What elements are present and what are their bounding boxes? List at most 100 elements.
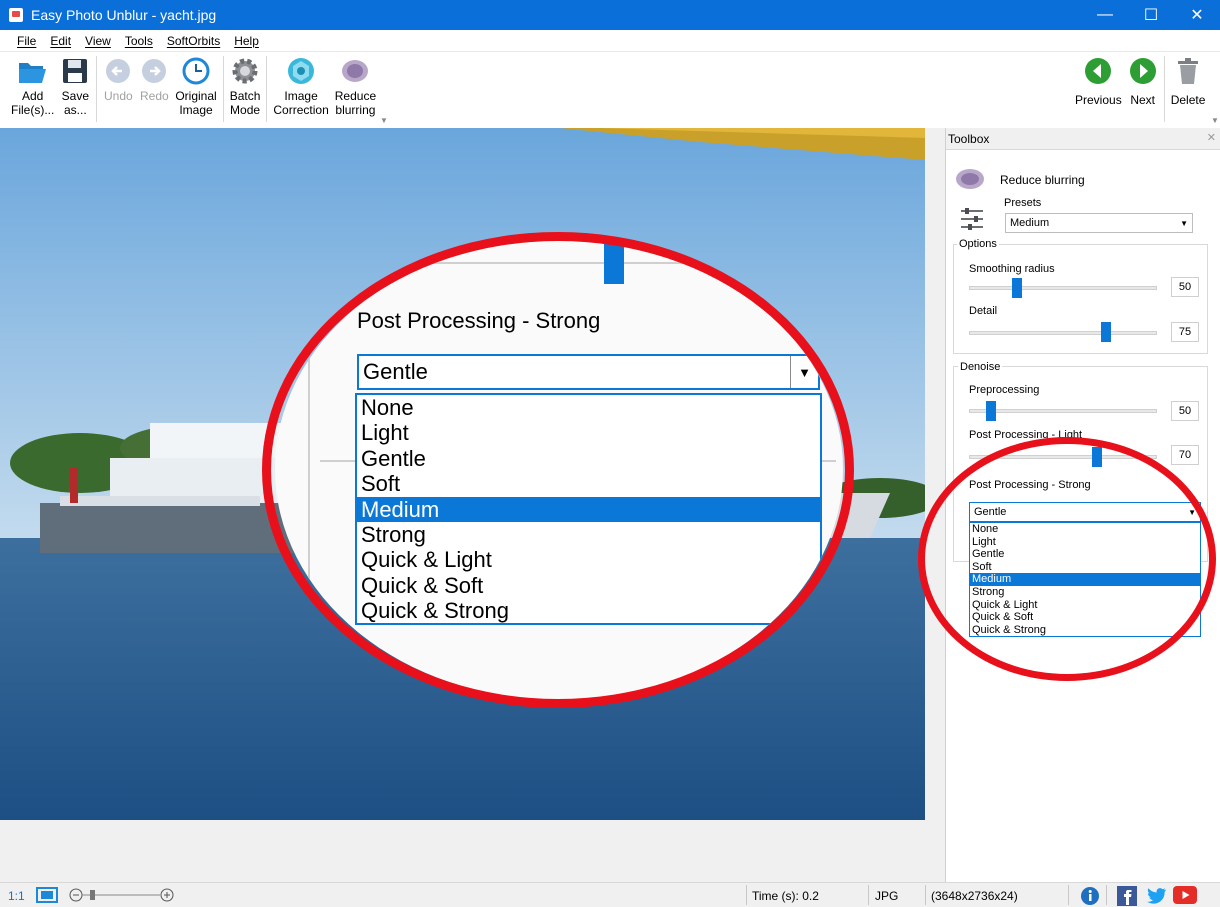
chevron-down-icon: ▼ <box>1188 508 1196 517</box>
post-light-label: Post Processing - Light <box>969 429 1083 441</box>
zoom-label: Post Processing - Strong <box>357 308 601 333</box>
arrow-right-icon <box>1128 56 1158 86</box>
post-light-slider[interactable] <box>1092 447 1102 467</box>
twitter-icon[interactable] <box>1145 886 1167 907</box>
smoothing-label: Smoothing radius <box>969 263 1055 275</box>
image-format: JPG <box>875 889 899 903</box>
zoom-magnifier: Post Processing - Strong Gentle ▼ None L… <box>275 238 843 700</box>
fit-screen-icon[interactable] <box>36 887 58 906</box>
zoom-ratio[interactable]: 1:1 <box>8 889 25 903</box>
info-icon[interactable] <box>1080 886 1100 907</box>
folder-open-icon <box>18 56 48 86</box>
toolbar-grip: ▼ <box>1211 116 1219 125</box>
trash-icon <box>1173 56 1203 86</box>
post-light-track <box>969 455 1157 459</box>
redo-button[interactable]: Redo <box>136 56 172 122</box>
menu-edit[interactable]: Edit <box>43 34 78 48</box>
dropdown-option-none[interactable]: None <box>970 523 1200 536</box>
dropdown-option-soft[interactable]: Soft <box>970 561 1200 574</box>
save-as-button[interactable]: Save as... <box>57 56 93 122</box>
title-bar: Easy Photo Unblur - yacht.jpg — ☐ ✕ <box>0 0 1220 30</box>
preprocessing-label: Preprocessing <box>969 384 1040 396</box>
status-divider <box>1068 885 1069 905</box>
dropdown-option-quick-light[interactable]: Quick & Light <box>970 599 1200 612</box>
processing-time: Time (s): 0.2 <box>752 889 819 903</box>
menu-file[interactable]: File <box>10 34 43 48</box>
delete-button[interactable]: Delete <box>1168 56 1209 122</box>
presets-combobox[interactable]: Medium ▼ <box>1005 213 1193 233</box>
zoom-slider[interactable] <box>68 886 176 907</box>
maximize-button[interactable]: ☐ <box>1128 0 1174 30</box>
image-correction-button[interactable]: Image Correction <box>270 56 331 122</box>
toolbar-grip: ▼ <box>380 116 388 125</box>
zoom-combobox: Gentle ▼ <box>357 354 820 390</box>
menu-softorbits[interactable]: SoftOrbits <box>160 34 227 48</box>
gear-icon <box>230 56 260 86</box>
denoise-legend: Denoise <box>958 361 1003 373</box>
chevron-down-icon: ▼ <box>1180 219 1188 228</box>
toolbar-separator <box>266 56 268 122</box>
preprocessing-value[interactable]: 50 <box>1171 401 1199 421</box>
youtube-icon[interactable] <box>1173 886 1197 907</box>
detail-value[interactable]: 75 <box>1171 322 1199 342</box>
post-light-value[interactable]: 70 <box>1171 445 1199 465</box>
close-icon[interactable]: ✕ <box>1207 131 1216 144</box>
zoom-option: Gentle <box>361 445 426 471</box>
minimize-button[interactable]: — <box>1082 0 1128 30</box>
toolbar-nav: Previous Next Delete <box>1072 56 1208 122</box>
presets-label: Presets <box>1004 197 1042 209</box>
post-strong-combobox[interactable]: Gentle ▼ <box>969 502 1201 522</box>
zoom-option-highlighted: Medium <box>357 496 820 522</box>
previous-button[interactable]: Previous <box>1072 56 1125 122</box>
detail-label: Detail <box>969 305 998 317</box>
smoothing-track <box>969 286 1157 290</box>
dropdown-option-light[interactable]: Light <box>970 536 1200 549</box>
facebook-icon[interactable] <box>1117 886 1137 907</box>
menu-view[interactable]: View <box>78 34 118 48</box>
status-bar: 1:1 Time (s): 0.2 JPG (3648x2736x24) <box>0 882 1220 907</box>
blur-icon <box>340 56 370 86</box>
batch-mode-button[interactable]: Batch Mode <box>227 56 264 122</box>
menu-help[interactable]: Help <box>227 34 266 48</box>
status-divider <box>868 885 869 905</box>
canvas-margin <box>0 820 945 882</box>
reduce-blurring-button[interactable]: Reduce blurring <box>332 56 379 122</box>
dropdown-option-strong[interactable]: Strong <box>970 586 1200 599</box>
toolbar-separator <box>96 56 98 122</box>
add-files-button[interactable]: Add File(s)... <box>8 56 57 122</box>
redo-icon <box>139 56 169 86</box>
slider-track <box>360 262 830 264</box>
undo-button[interactable]: Undo <box>100 56 136 122</box>
clock-icon <box>181 56 211 86</box>
toolbox-header: Toolbox ✕ <box>946 128 1220 150</box>
zoom-option: Quick & Soft <box>361 572 484 598</box>
preprocessing-track <box>969 409 1157 413</box>
detail-slider[interactable] <box>1101 322 1111 342</box>
toolbar-separator <box>222 56 224 122</box>
panel-border <box>308 278 310 658</box>
detail-track <box>969 331 1157 335</box>
preprocessing-slider[interactable] <box>986 401 996 421</box>
app-icon <box>9 8 23 22</box>
toolbox-panel: Toolbox ✕ Reduce blurring Presets Medium… <box>945 128 1220 882</box>
arrow-left-icon <box>1083 56 1113 86</box>
next-button[interactable]: Next <box>1125 56 1161 122</box>
post-strong-dropdown-list: None Light Gentle Soft Medium Strong Qui… <box>969 522 1201 637</box>
dropdown-option-quick-soft[interactable]: Quick & Soft <box>970 611 1200 624</box>
zoom-option: None <box>361 395 414 420</box>
menu-tools[interactable]: Tools <box>118 34 160 48</box>
dropdown-option-medium[interactable]: Medium <box>970 573 1200 586</box>
dropdown-option-gentle[interactable]: Gentle <box>970 548 1200 561</box>
original-image-button[interactable]: Original Image <box>172 56 219 122</box>
zoom-option: Quick & Strong <box>361 598 509 624</box>
tool-name: Reduce blurring <box>1000 173 1085 187</box>
smoothing-slider[interactable] <box>1012 278 1022 298</box>
smoothing-value[interactable]: 50 <box>1171 277 1199 297</box>
zoom-option: Light <box>361 420 409 446</box>
toolbar: Add File(s)... Save as... Undo Redo Orig… <box>0 52 1220 128</box>
status-divider <box>746 885 747 905</box>
close-button[interactable]: ✕ <box>1174 0 1220 30</box>
toolbar-main: Add File(s)... Save as... Undo Redo Orig… <box>8 56 379 122</box>
status-divider <box>1106 885 1107 905</box>
dropdown-option-quick-strong[interactable]: Quick & Strong <box>970 624 1200 637</box>
